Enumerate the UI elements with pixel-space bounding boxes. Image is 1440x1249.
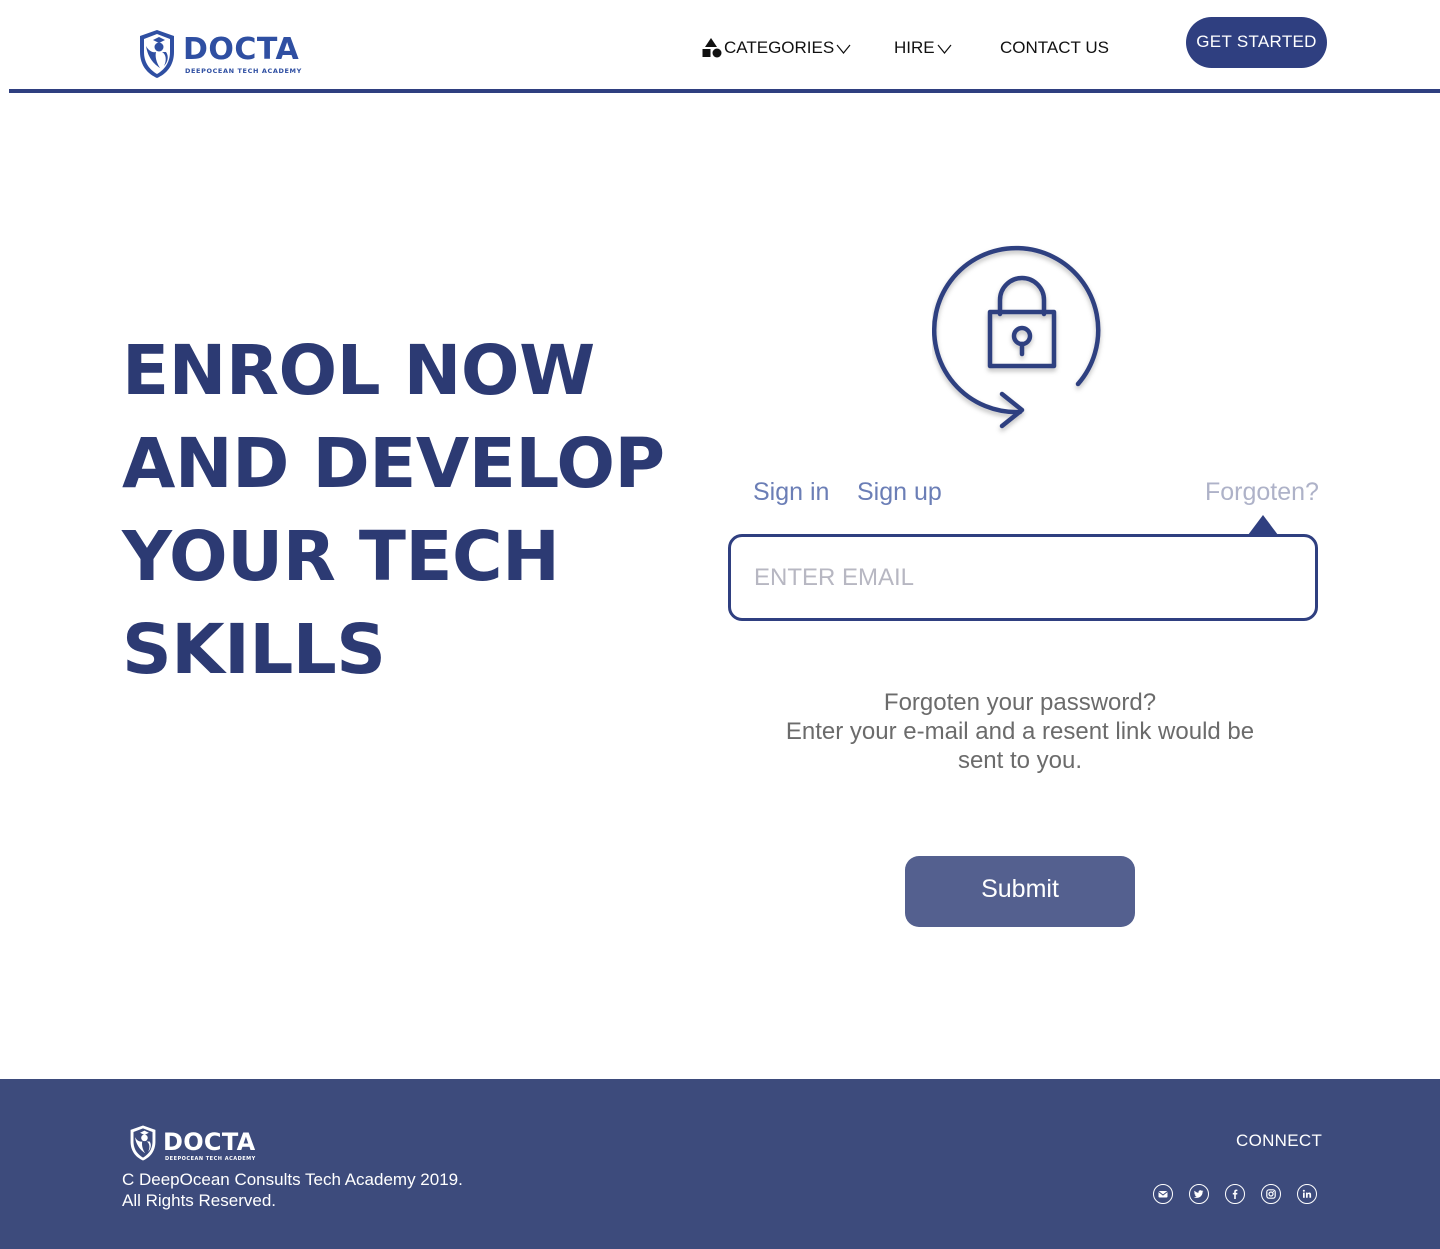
twitter-icon[interactable] bbox=[1189, 1184, 1209, 1204]
facebook-icon[interactable] bbox=[1225, 1184, 1245, 1204]
logo-wordmark: DOCTA bbox=[183, 32, 300, 67]
forgot-password-help: Forgoten your password? Enter your e-mai… bbox=[760, 688, 1280, 775]
hero-heading-line: YOUR TECH bbox=[122, 517, 560, 597]
footer-logo[interactable]: DOCTA DEEPOCEAN TECH ACADEMY bbox=[127, 1124, 256, 1162]
connect-heading: CONNECT bbox=[1236, 1131, 1323, 1150]
shapes-icon bbox=[702, 38, 722, 58]
copyright-line: All Rights Reserved. bbox=[122, 1191, 277, 1210]
nav-contact-us[interactable]: CONTACT US bbox=[1000, 37, 1109, 59]
nav-contact-label: CONTACT US bbox=[1000, 38, 1109, 57]
docta-logo[interactable]: DOCTA DEEPOCEAN TECH ACADEMY bbox=[136, 28, 302, 82]
hero-heading-line: SKILLS bbox=[122, 610, 386, 690]
copyright-line: C DeepOcean Consults Tech Academy 2019. bbox=[122, 1170, 463, 1189]
logo-tagline: DEEPOCEAN TECH ACADEMY bbox=[185, 67, 302, 75]
hero-heading-line: AND DEVELOP bbox=[122, 424, 665, 504]
nav-hire-label: HIRE bbox=[894, 38, 935, 57]
nav-categories[interactable]: CATEGORIES bbox=[701, 37, 851, 59]
hero-heading: ENROL NOW AND DEVELOP YOUR TECH SKILLS bbox=[122, 325, 682, 697]
tab-forgotten[interactable]: Forgoten? bbox=[1205, 478, 1319, 507]
site-header: DOCTA DEEPOCEAN TECH ACADEMY CATEGORIES … bbox=[0, 0, 1440, 95]
help-body: Enter your e-mail and a resent link woul… bbox=[785, 718, 1255, 774]
submit-button[interactable]: Submit bbox=[905, 856, 1135, 927]
tab-sign-in[interactable]: Sign in bbox=[753, 478, 829, 507]
shield-logo-icon bbox=[140, 30, 174, 78]
instagram-icon[interactable] bbox=[1261, 1184, 1281, 1204]
footer-logo-wordmark: DOCTA bbox=[163, 1128, 256, 1156]
active-tab-pointer bbox=[1248, 515, 1278, 535]
hero-heading-line: ENROL NOW bbox=[122, 331, 595, 411]
email-field[interactable] bbox=[731, 537, 1315, 618]
nav-categories-label: CATEGORIES bbox=[724, 38, 835, 57]
nav-hire[interactable]: HIRE bbox=[894, 37, 952, 59]
get-started-button[interactable]: GET STARTED bbox=[1186, 17, 1327, 68]
lock-reset-icon bbox=[932, 245, 1101, 429]
tab-sign-up[interactable]: Sign up bbox=[857, 478, 942, 507]
linkedin-icon[interactable] bbox=[1297, 1184, 1317, 1204]
help-heading: Forgoten your password? bbox=[883, 689, 1157, 716]
shield-logo-icon bbox=[130, 1125, 156, 1161]
email-icon[interactable] bbox=[1153, 1184, 1173, 1204]
social-links bbox=[1153, 1184, 1317, 1204]
footer-logo-tagline: DEEPOCEAN TECH ACADEMY bbox=[165, 1156, 256, 1162]
site-footer: DOCTA DEEPOCEAN TECH ACADEMY C DeepOcean… bbox=[0, 1079, 1440, 1249]
email-field-container bbox=[728, 534, 1318, 621]
header-divider bbox=[9, 89, 1440, 93]
chevron-down-icon bbox=[836, 44, 851, 54]
chevron-down-icon bbox=[937, 44, 952, 54]
copyright-text: C DeepOcean Consults Tech Academy 2019. … bbox=[122, 1169, 463, 1211]
